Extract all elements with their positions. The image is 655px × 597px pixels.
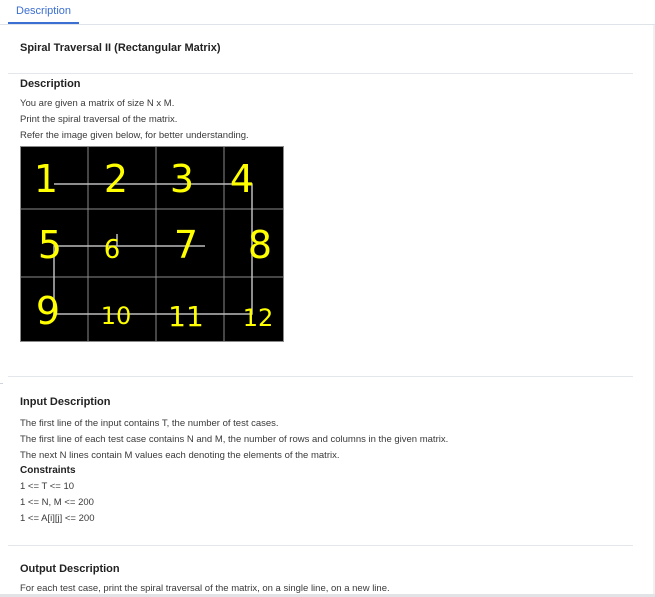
spiral-matrix-image: 1 2 3 4 5 6 7 8 9 10 11 12	[20, 146, 284, 342]
output-line: For each test case, print the spiral tra…	[20, 583, 390, 594]
matrix-cell: 12	[243, 304, 274, 332]
tab-bar: Description	[0, 0, 655, 25]
divider	[0, 383, 3, 384]
description-line: You are given a matrix of size N x M.	[20, 98, 175, 109]
matrix-cell: 6	[104, 235, 121, 265]
constraint-item: 1 <= N, M <= 200	[20, 497, 94, 508]
spiral-matrix-svg: 1 2 3 4 5 6 7 8 9 10 11 12	[20, 146, 284, 342]
matrix-cell: 9	[36, 289, 60, 333]
matrix-cell: 4	[230, 157, 254, 201]
matrix-cell: 2	[104, 157, 128, 201]
problem-title: Spiral Traversal II (Rectangular Matrix)	[20, 42, 221, 54]
matrix-cell: 7	[174, 223, 198, 267]
input-line: The next N lines contain M values each d…	[20, 450, 340, 461]
description-heading: Description	[20, 78, 81, 90]
matrix-cell: 1	[34, 157, 58, 201]
input-heading: Input Description	[20, 396, 111, 408]
constraint-item: 1 <= A[i][j] <= 200	[20, 513, 95, 524]
output-heading: Output Description	[20, 563, 120, 575]
matrix-cell: 5	[38, 223, 62, 267]
matrix-cell: 11	[168, 300, 204, 333]
matrix-cell: 10	[101, 302, 132, 330]
input-line: The first line of the input contains T, …	[20, 418, 279, 429]
divider	[8, 545, 633, 546]
description-line: Refer the image given below, for better …	[20, 130, 249, 141]
tab-description[interactable]: Description	[8, 0, 80, 24]
matrix-cell: 8	[248, 223, 272, 267]
description-line: Print the spiral traversal of the matrix…	[20, 114, 178, 125]
matrix-cell: 3	[170, 157, 194, 201]
constraints-heading: Constraints	[20, 465, 76, 476]
divider	[8, 73, 633, 74]
input-line: The first line of each test case contain…	[20, 434, 449, 445]
constraint-item: 1 <= T <= 10	[20, 481, 75, 492]
divider	[8, 376, 633, 377]
